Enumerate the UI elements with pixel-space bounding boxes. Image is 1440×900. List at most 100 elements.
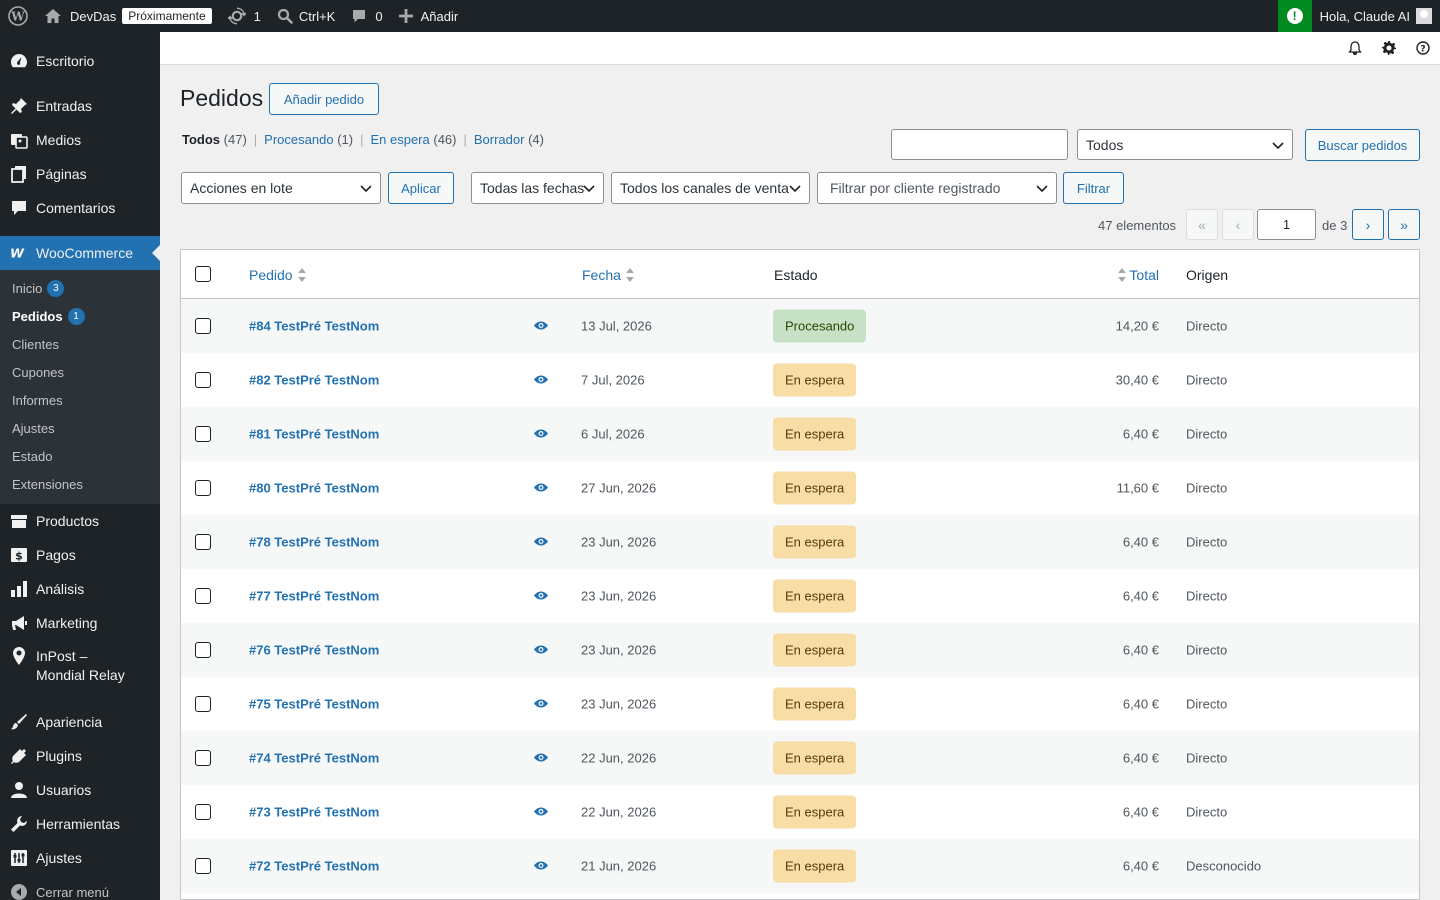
row-checkbox[interactable] [195, 372, 211, 388]
order-link[interactable]: #76 TestPré TestNom [249, 643, 379, 658]
help-icon[interactable]: ? [1416, 41, 1430, 58]
sidebar-item-marketing[interactable]: Marketing [0, 606, 160, 640]
sidebar-item-products[interactable]: Productos [0, 504, 160, 538]
table-row[interactable]: #84 TestPré TestNom 13 Jul, 2026 Procesa… [181, 299, 1419, 353]
sidebar-item-comments[interactable]: Comentarios [0, 191, 160, 225]
order-link[interactable]: #82 TestPré TestNom [249, 373, 379, 388]
submenu-item-extensions[interactable]: Extensiones [0, 470, 160, 498]
order-link[interactable]: #84 TestPré TestNom [249, 319, 379, 334]
date-filter-select[interactable]: Todas las fechas [471, 172, 604, 204]
sidebar-item-settings[interactable]: Ajustes [0, 841, 160, 875]
submenu-item-coupons[interactable]: Cupones [0, 358, 160, 386]
view-label[interactable]: En espera [370, 132, 429, 147]
bell-icon[interactable] [1348, 41, 1362, 58]
search-orders-button[interactable]: Buscar pedidos [1305, 129, 1420, 161]
submenu-item-orders[interactable]: Pedidos 1 [0, 302, 160, 330]
view-label[interactable]: Borrador [474, 132, 525, 147]
submenu-item-settings[interactable]: Ajustes [0, 414, 160, 442]
add-new-link[interactable]: Añadir [391, 0, 467, 32]
apply-button[interactable]: Aplicar [388, 172, 454, 204]
column-order-sort[interactable]: Pedido [249, 267, 306, 283]
my-account-link[interactable]: Hola, Claude AI [1312, 0, 1440, 32]
submenu-item-reports[interactable]: Informes [0, 386, 160, 414]
table-row[interactable]: #75 TestPré TestNom 23 Jun, 2026 En espe… [181, 677, 1419, 731]
sidebar-item-woocommerce[interactable]: W WooCommerce [0, 236, 160, 270]
view-draft[interactable]: Borrador (4) [474, 132, 544, 147]
last-page-button[interactable]: » [1388, 209, 1420, 240]
sidebar-item-users[interactable]: Usuarios [0, 773, 160, 807]
eye-icon[interactable] [533, 481, 549, 496]
bulk-actions-select[interactable]: Acciones en lote [181, 172, 381, 204]
table-row[interactable]: #81 TestPré TestNom 6 Jul, 2026 En esper… [181, 407, 1419, 461]
order-link[interactable]: #74 TestPré TestNom [249, 751, 379, 766]
table-row[interactable]: #76 TestPré TestNom 23 Jun, 2026 En espe… [181, 623, 1419, 677]
table-row[interactable]: #72 TestPré TestNom 21 Jun, 2026 En espe… [181, 839, 1419, 893]
view-on-hold[interactable]: En espera (46) [370, 132, 456, 147]
row-checkbox[interactable] [195, 426, 211, 442]
next-page-button[interactable]: › [1352, 209, 1384, 240]
eye-icon[interactable] [533, 697, 549, 712]
first-page-button[interactable]: « [1186, 209, 1218, 240]
eye-icon[interactable] [533, 319, 549, 334]
row-checkbox[interactable] [195, 642, 211, 658]
column-date-sort[interactable]: Fecha [582, 267, 634, 283]
table-row[interactable]: #82 TestPré TestNom 7 Jul, 2026 En esper… [181, 353, 1419, 407]
eye-icon[interactable] [533, 751, 549, 766]
sidebar-item-posts[interactable]: Entradas [0, 89, 160, 123]
eye-icon[interactable] [533, 535, 549, 550]
submenu-item-home[interactable]: Inicio 3 [0, 274, 160, 302]
row-checkbox[interactable] [195, 588, 211, 604]
eye-icon[interactable] [533, 427, 549, 442]
sidebar-item-appearance[interactable]: Apariencia [0, 705, 160, 739]
command-palette-link[interactable]: Ctrl+K [269, 0, 343, 32]
row-checkbox[interactable] [195, 750, 211, 766]
order-link[interactable]: #81 TestPré TestNom [249, 427, 379, 442]
table-row[interactable]: #77 TestPré TestNom 23 Jun, 2026 En espe… [181, 569, 1419, 623]
row-checkbox[interactable] [195, 804, 211, 820]
row-checkbox[interactable] [195, 696, 211, 712]
row-checkbox[interactable] [195, 858, 211, 874]
sidebar-item-analytics[interactable]: Análisis [0, 572, 160, 606]
table-row[interactable]: #78 TestPré TestNom 23 Jun, 2026 En espe… [181, 515, 1419, 569]
order-link[interactable]: #77 TestPré TestNom [249, 589, 379, 604]
eye-icon[interactable] [533, 589, 549, 604]
prev-page-button[interactable]: ‹ [1222, 209, 1254, 240]
filter-button[interactable]: Filtrar [1063, 172, 1124, 204]
order-link[interactable]: #78 TestPré TestNom [249, 535, 379, 550]
channel-filter-select[interactable]: Todos los canales de venta [611, 172, 810, 204]
updates-link[interactable]: 1 [220, 0, 269, 32]
select-all-checkbox[interactable] [195, 266, 211, 282]
sidebar-item-inpost[interactable]: InPost – Mondial Relay [0, 640, 160, 694]
order-link[interactable]: #75 TestPré TestNom [249, 697, 379, 712]
sidebar-item-dashboard[interactable]: Escritorio [0, 44, 160, 78]
view-label[interactable]: Procesando [264, 132, 333, 147]
column-total-sort[interactable]: Total [1118, 267, 1159, 283]
eye-icon[interactable] [533, 643, 549, 658]
submenu-item-customers[interactable]: Clientes [0, 330, 160, 358]
sidebar-item-media[interactable]: Medios [0, 123, 160, 157]
wordpress-logo-icon[interactable]: W [0, 0, 36, 32]
eye-icon[interactable] [533, 373, 549, 388]
table-row[interactable]: #80 TestPré TestNom 27 Jun, 2026 En espe… [181, 461, 1419, 515]
site-health-alert[interactable]: ! [1277, 0, 1312, 32]
add-order-button[interactable]: Añadir pedido [269, 83, 379, 115]
collapse-menu-button[interactable]: Cerrar menú [0, 875, 160, 900]
search-input[interactable] [891, 129, 1068, 160]
submenu-item-status[interactable]: Estado [0, 442, 160, 470]
sidebar-item-pages[interactable]: Páginas [0, 157, 160, 191]
row-checkbox[interactable] [195, 534, 211, 550]
order-link[interactable]: #80 TestPré TestNom [249, 481, 379, 496]
current-page-input[interactable]: 1 [1257, 209, 1316, 240]
order-link[interactable]: #72 TestPré TestNom [249, 859, 379, 874]
site-name-link[interactable]: DevDas Próximamente [36, 0, 220, 32]
comments-link[interactable]: 0 [343, 0, 390, 32]
table-row[interactable]: #73 TestPré TestNom 22 Jun, 2026 En espe… [181, 785, 1419, 839]
row-checkbox[interactable] [195, 480, 211, 496]
view-all[interactable]: Todos (47) [182, 132, 247, 147]
sidebar-item-plugins[interactable]: Plugins [0, 739, 160, 773]
eye-icon[interactable] [533, 859, 549, 874]
view-processing[interactable]: Procesando (1) [264, 132, 353, 147]
search-type-select[interactable]: Todos [1077, 129, 1293, 160]
eye-icon[interactable] [533, 805, 549, 820]
sidebar-item-payments[interactable]: $ Pagos [0, 538, 160, 572]
